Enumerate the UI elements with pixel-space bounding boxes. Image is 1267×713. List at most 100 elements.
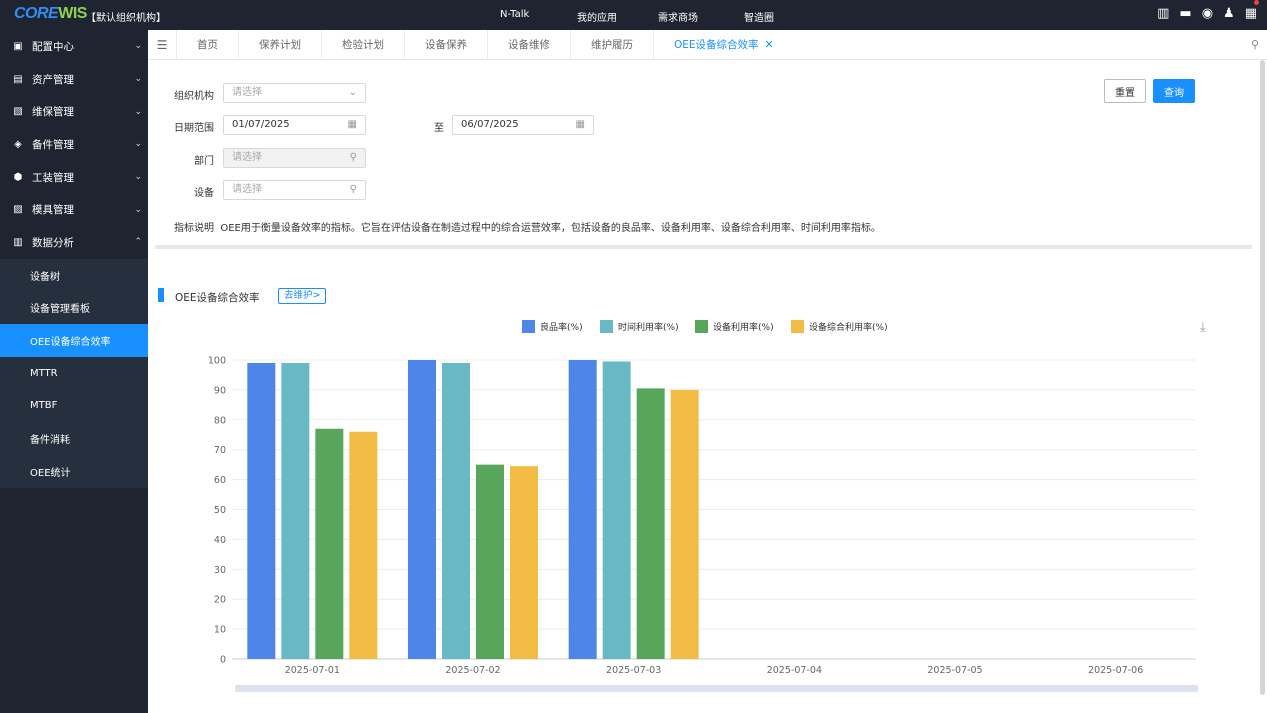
analytics-icon: ▥ [13, 236, 23, 248]
y-tick-label: 10 [214, 625, 226, 636]
tab-home[interactable]: 首页 [176, 29, 238, 60]
tab-device-repair[interactable]: 设备维修 [487, 29, 570, 60]
page-scrollbar[interactable] [1260, 60, 1265, 695]
nav-n-talk[interactable]: N-Talk [500, 9, 529, 20]
legend-label: 设备利用率(%) [713, 321, 774, 333]
bar [636, 388, 665, 659]
search-icon[interactable]: ⚲ [1251, 38, 1259, 51]
date-to-label: 至 [434, 123, 444, 134]
sidebar-subitem-device-dashboard[interactable]: 设备管理看板 [0, 292, 148, 325]
mold-icon: ▨ [13, 204, 23, 216]
y-tick-label: 90 [214, 385, 226, 396]
y-tick-label: 100 [208, 356, 226, 367]
tab-maintenance-history[interactable]: 维护履历 [570, 29, 653, 60]
date-to-input[interactable]: 06/07/2025 ▦ [452, 115, 594, 135]
analytics-submenu: 设备树 设备管理看板 OEE设备综合效率 MTTR MTBF 备件消耗 OEE统… [0, 258, 148, 488]
tab-maintenance-plan[interactable]: 保养计划 [238, 29, 321, 60]
sidebar-subitem-spare-consumption[interactable]: 备件消耗 [0, 422, 148, 455]
nav-smart-circle[interactable]: 智造圈 [744, 9, 774, 24]
y-tick-label: 0 [220, 655, 226, 666]
x-tick-label: 2025-07-01 [285, 665, 340, 676]
nav-my-apps[interactable]: 我的应用 [577, 9, 617, 24]
app-logo[interactable]: COREWIS [14, 5, 87, 23]
bar [315, 428, 344, 659]
apps-icon[interactable]: ▦ [1245, 6, 1257, 21]
sidebar-item-analytics[interactable]: ▥ 数据分析 ⌃ [0, 226, 148, 259]
search-icon: ⚲ [349, 184, 357, 195]
sidebar-subitem-mttr[interactable]: MTTR [0, 357, 148, 390]
x-tick-label: 2025-07-04 [767, 665, 822, 676]
dept-label: 部门 [194, 156, 214, 167]
bar [442, 362, 470, 659]
calendar-icon: ▦ [575, 119, 585, 130]
bar [408, 360, 436, 659]
search-icon: ⚲ [349, 152, 357, 163]
bar [510, 466, 538, 659]
user-icon[interactable]: ◉ [1202, 6, 1213, 21]
tooling-icon: ⬢ [13, 171, 23, 183]
nav-demand-market[interactable]: 需求商场 [658, 9, 698, 24]
message-icon[interactable]: ▬ [1179, 6, 1191, 21]
flag-icon[interactable]: ▥ [1157, 6, 1169, 21]
date-range-label: 日期范围 [174, 123, 214, 134]
query-button[interactable]: 查询 [1153, 79, 1195, 103]
chevron-down-icon: ⌄ [134, 74, 142, 85]
maintain-button[interactable]: 去维护> [278, 288, 327, 304]
chevron-up-icon: ⌃ [134, 237, 142, 248]
y-tick-label: 30 [214, 565, 226, 576]
sidebar-subitem-oee[interactable]: OEE设备综合效率 [0, 324, 148, 357]
menu-collapse-icon[interactable]: ☰ [148, 38, 176, 52]
close-icon[interactable]: ✕ [765, 38, 774, 51]
legend-label: 设备综合利用率(%) [809, 321, 888, 333]
dept-input[interactable]: 请选择 ⚲ [223, 148, 366, 168]
org-select[interactable]: 请选择 ⌄ [223, 83, 366, 103]
sidebar-item-maintenance[interactable]: ▧ 维保管理 ⌄ [0, 95, 148, 128]
bar [281, 362, 310, 659]
chart-title: OEE设备综合效率 [175, 292, 260, 304]
chevron-down-icon: ⌄ [134, 106, 142, 117]
reset-button[interactable]: 重置 [1104, 79, 1146, 103]
bar [568, 360, 597, 659]
chevron-down-icon: ⌄ [134, 41, 142, 52]
sidebar-subitem-oee-stats[interactable]: OEE统计 [0, 455, 148, 488]
bar [247, 362, 276, 659]
sidebar: ▣ 配置中心 ⌄ ▤ 资产管理 ⌄ ▧ 维保管理 ⌄ ◈ 备件管理 ⌄ ⬢ 工装管理 ⌄ ▨ 模具管理… [0, 30, 148, 713]
x-tick-label: 2025-07-02 [445, 665, 500, 676]
tab-device-maintenance[interactable]: 设备保养 [404, 29, 487, 60]
sidebar-item-asset[interactable]: ▤ 资产管理 ⌄ [0, 63, 148, 96]
sidebar-subitem-mtbf[interactable]: MTBF [0, 390, 148, 423]
filter-form: 组织机构 请选择 ⌄ 日期范围 01/07/2025 ▦ 至 06/07/2025 ▦… [148, 60, 1258, 245]
asset-icon: ▤ [13, 73, 23, 85]
y-tick-label: 20 [214, 595, 226, 606]
shirt-icon[interactable]: ♟ [1223, 6, 1235, 21]
chevron-down-icon: ⌄ [134, 172, 142, 183]
legend-label: 时间利用率(%) [618, 321, 679, 333]
calendar-icon: ▦ [347, 119, 357, 130]
sidebar-item-config[interactable]: ▣ 配置中心 ⌄ [0, 30, 148, 63]
config-icon: ▣ [13, 40, 23, 52]
x-tick-label: 2025-07-03 [606, 665, 661, 676]
zoom-slider [235, 685, 1198, 692]
org-label: 组织机构 [174, 91, 214, 102]
chevron-down-icon: ⌄ [134, 139, 142, 150]
sidebar-subitem-device-tree[interactable]: 设备树 [0, 259, 148, 292]
legend-label: 良品率(%) [540, 321, 583, 333]
legend-swatch [600, 320, 613, 333]
section-divider [155, 245, 1252, 249]
device-input[interactable]: 请选择 ⚲ [223, 180, 366, 200]
tab-inspection-plan[interactable]: 检验计划 [321, 29, 404, 60]
maintenance-icon: ▧ [13, 106, 23, 118]
x-tick-label: 2025-07-05 [927, 665, 982, 676]
y-tick-label: 40 [214, 535, 226, 546]
top-bar: COREWIS 【默认组织机构】 N-Talk 我的应用 需求商场 智造圈 ▥ … [0, 0, 1267, 30]
date-from-input[interactable]: 01/07/2025 ▦ [223, 115, 366, 135]
sidebar-item-mold[interactable]: ▨ 模具管理 ⌄ [0, 193, 148, 226]
bar [349, 431, 378, 659]
org-selector[interactable]: 【默认组织机构】 [86, 9, 166, 24]
x-tick-label: 2025-07-06 [1088, 665, 1143, 676]
chart-title-marker [158, 288, 164, 302]
tab-oee[interactable]: OEE设备综合效率 ✕ [653, 29, 794, 60]
sidebar-item-tooling[interactable]: ⬢ 工装管理 ⌄ [0, 161, 148, 194]
sidebar-item-spare-parts[interactable]: ◈ 备件管理 ⌄ [0, 128, 148, 161]
legend-swatch [695, 320, 708, 333]
